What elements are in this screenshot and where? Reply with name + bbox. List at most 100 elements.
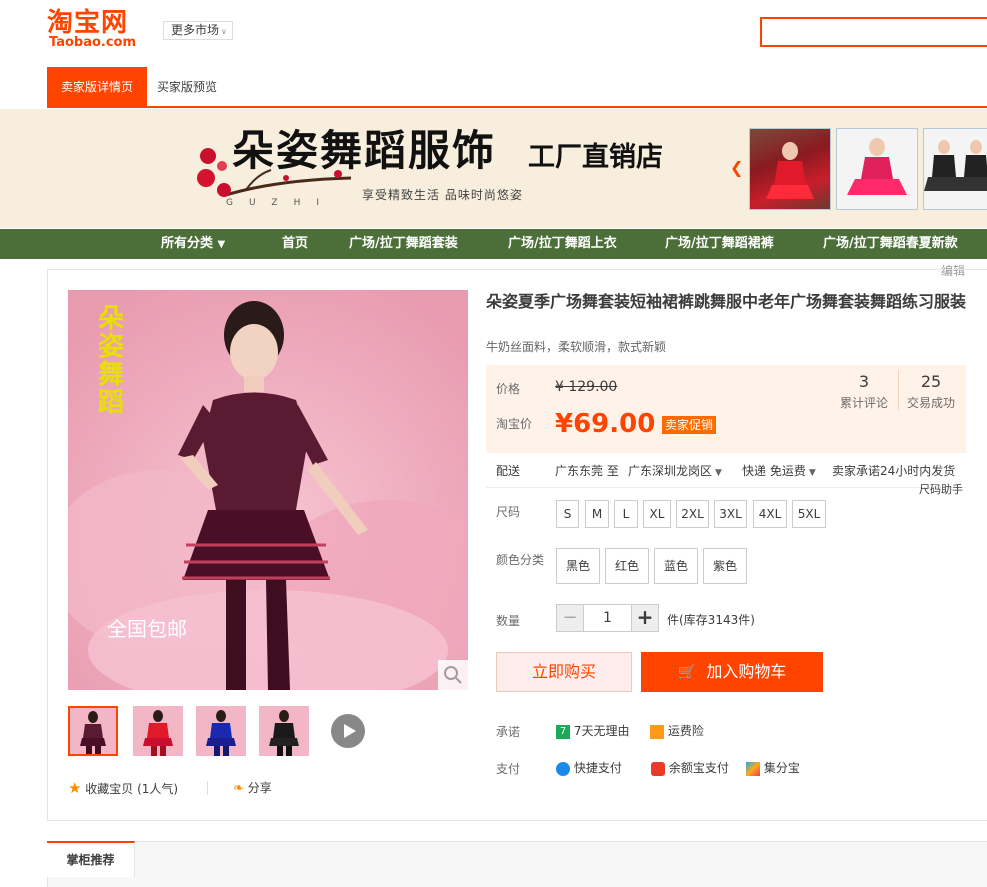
cart-icon: 🛒: [677, 663, 697, 681]
image-brand-text: 朵姿舞蹈: [98, 304, 125, 418]
tab-underline: [47, 106, 987, 108]
shop-logo-letters: GUZHI: [226, 198, 335, 208]
share-icon: ❧: [233, 781, 244, 796]
shop-recommend-panel: [47, 841, 987, 887]
taobao-logo-en[interactable]: Taobao.com: [49, 36, 136, 50]
nav-dance-skirts[interactable]: 广场/拉丁舞蹈裙裤: [665, 229, 774, 259]
jifenbao-icon: [746, 761, 760, 776]
tab-seller-detail[interactable]: 卖家版详情页: [47, 67, 147, 108]
shop-brand-name: 朵姿舞蹈服饰: [232, 126, 497, 175]
image-shipping-text: 全国包邮: [107, 617, 187, 641]
reviews-label[interactable]: 累计评论: [829, 394, 899, 411]
product-title: 朵姿夏季广场舞套装短袖裙裤跳舞服中老年广场舞套装舞蹈练习服装: [486, 292, 967, 311]
size-option[interactable]: XL: [643, 500, 671, 528]
price-label: 价格: [496, 382, 521, 396]
share-button[interactable]: ❧ 分享: [233, 780, 272, 797]
seven-day-icon: 7: [556, 724, 570, 739]
size-guide-link[interactable]: 尺码助手: [919, 481, 963, 497]
more-market-label: 更多市场: [171, 23, 220, 37]
chevron-down-icon: ∨: [221, 27, 227, 36]
banner-thumbnail[interactable]: [836, 128, 918, 210]
video-play-button[interactable]: [331, 714, 365, 748]
more-market-dropdown[interactable]: 更多市场 ∨: [163, 21, 233, 40]
promise-freight-insurance[interactable]: 运费险: [650, 722, 704, 739]
nav-all-categories-label: 所有分类: [161, 236, 214, 251]
stock-info: 件(库存3143件): [667, 613, 755, 627]
express-dropdown[interactable]: 快递 免运费 ▼: [742, 462, 816, 479]
quantity-input[interactable]: 1: [583, 604, 632, 632]
promise-label: 承诺: [496, 725, 521, 739]
quantity-decrease-button[interactable]: −: [556, 604, 584, 632]
pay-yuebao[interactable]: 余额宝支付: [651, 759, 729, 776]
ship-to-label: 广东深圳龙岗区: [628, 464, 713, 478]
shop-slogan: 享受精致生活 品味时尚悠姿: [362, 188, 523, 202]
original-price: ¥ 129.00: [555, 379, 618, 395]
nav-dance-tops[interactable]: 广场/拉丁舞蹈上衣: [508, 229, 617, 259]
nav-dance-new[interactable]: 广场/拉丁舞蹈春夏新款: [823, 229, 958, 259]
buy-now-button[interactable]: 立即购买: [496, 652, 632, 692]
quantity-increase-button[interactable]: +: [631, 604, 659, 632]
quantity-label: 数量: [496, 614, 521, 628]
nav-dance-sets[interactable]: 广场/拉丁舞蹈套装: [349, 229, 458, 259]
color-option[interactable]: 蓝色: [654, 548, 698, 584]
taobao-logo[interactable]: 淘宝网: [47, 8, 128, 38]
favorite-button[interactable]: ★ 收藏宝贝 (1人气): [68, 780, 178, 797]
tab-shop-recommend[interactable]: 掌柜推荐: [47, 841, 135, 877]
promise-freight-label: 运费险: [667, 724, 704, 738]
express-label: 快递 免运费: [742, 464, 806, 478]
pay-jifenbao[interactable]: 集分宝: [746, 759, 800, 776]
sales-label: 交易成功: [906, 396, 955, 410]
shop-factory-label: 工厂直销店: [528, 142, 663, 173]
favorite-label: 收藏宝贝 (1人气): [85, 782, 179, 796]
color-option[interactable]: 黑色: [556, 548, 600, 584]
pay-quick[interactable]: 快捷支付: [556, 759, 622, 776]
add-to-cart-button[interactable]: 🛒 加入购物车: [641, 652, 823, 692]
payment-label: 支付: [496, 762, 521, 776]
caret-down-icon: ▼: [715, 468, 722, 478]
tab-buyer-preview[interactable]: 买家版预览: [157, 67, 217, 108]
caret-down-icon: ▼: [808, 468, 816, 478]
nav-home[interactable]: 首页: [282, 229, 308, 259]
pay-yuebao-label: 余额宝支付: [668, 761, 729, 775]
divider: [207, 781, 208, 795]
quick-pay-icon: [556, 761, 570, 776]
banner-thumbnail[interactable]: [749, 128, 831, 210]
promise-7day[interactable]: 7 7天无理由: [556, 722, 629, 739]
play-icon: [344, 724, 356, 738]
size-option[interactable]: 4XL: [753, 500, 787, 528]
nav-all-categories[interactable]: 所有分类 ▼: [161, 229, 225, 259]
product-thumbnail[interactable]: [133, 706, 183, 756]
ship-from: 广东东莞 至: [555, 464, 619, 478]
share-label: 分享: [247, 781, 272, 795]
product-subtitle: 牛奶丝面料，柔软顺滑，款式新颖: [486, 340, 667, 354]
zoom-button[interactable]: [438, 660, 468, 690]
star-icon: ★: [68, 779, 82, 797]
color-option[interactable]: 紫色: [703, 548, 747, 584]
product-thumbnail[interactable]: [68, 706, 118, 756]
search-input[interactable]: [760, 17, 987, 47]
pay-quick-label: 快捷支付: [573, 761, 622, 775]
size-option[interactable]: 3XL: [714, 500, 747, 528]
sales-count: 25: [920, 372, 942, 391]
taobao-price-label: 淘宝价: [496, 417, 533, 431]
size-option[interactable]: 2XL: [676, 500, 709, 528]
color-option[interactable]: 红色: [605, 548, 649, 584]
size-option[interactable]: S: [556, 500, 579, 528]
banner-thumbnail[interactable]: [923, 128, 987, 210]
shipping-label: 配送: [496, 464, 521, 478]
promise-7day-label: 7天无理由: [573, 724, 630, 738]
search-icon: [444, 666, 462, 684]
divider: [486, 487, 966, 488]
reviews-count[interactable]: 3: [834, 372, 894, 391]
ship-to-dropdown[interactable]: 广东深圳龙岗区 ▼: [628, 462, 722, 479]
product-thumbnail[interactable]: [196, 706, 246, 756]
size-option[interactable]: 5XL: [792, 500, 826, 528]
chevron-left-icon[interactable]: ❮: [730, 158, 743, 177]
product-thumbnail[interactable]: [259, 706, 309, 756]
pay-jifenbao-label: 集分宝: [763, 761, 800, 775]
ship-promise: 卖家承诺24小时内发货: [832, 464, 956, 478]
promo-badge: 卖家促销: [662, 416, 717, 434]
yuebao-icon: [651, 761, 665, 776]
size-option[interactable]: M: [585, 500, 609, 528]
size-option[interactable]: L: [614, 500, 638, 528]
